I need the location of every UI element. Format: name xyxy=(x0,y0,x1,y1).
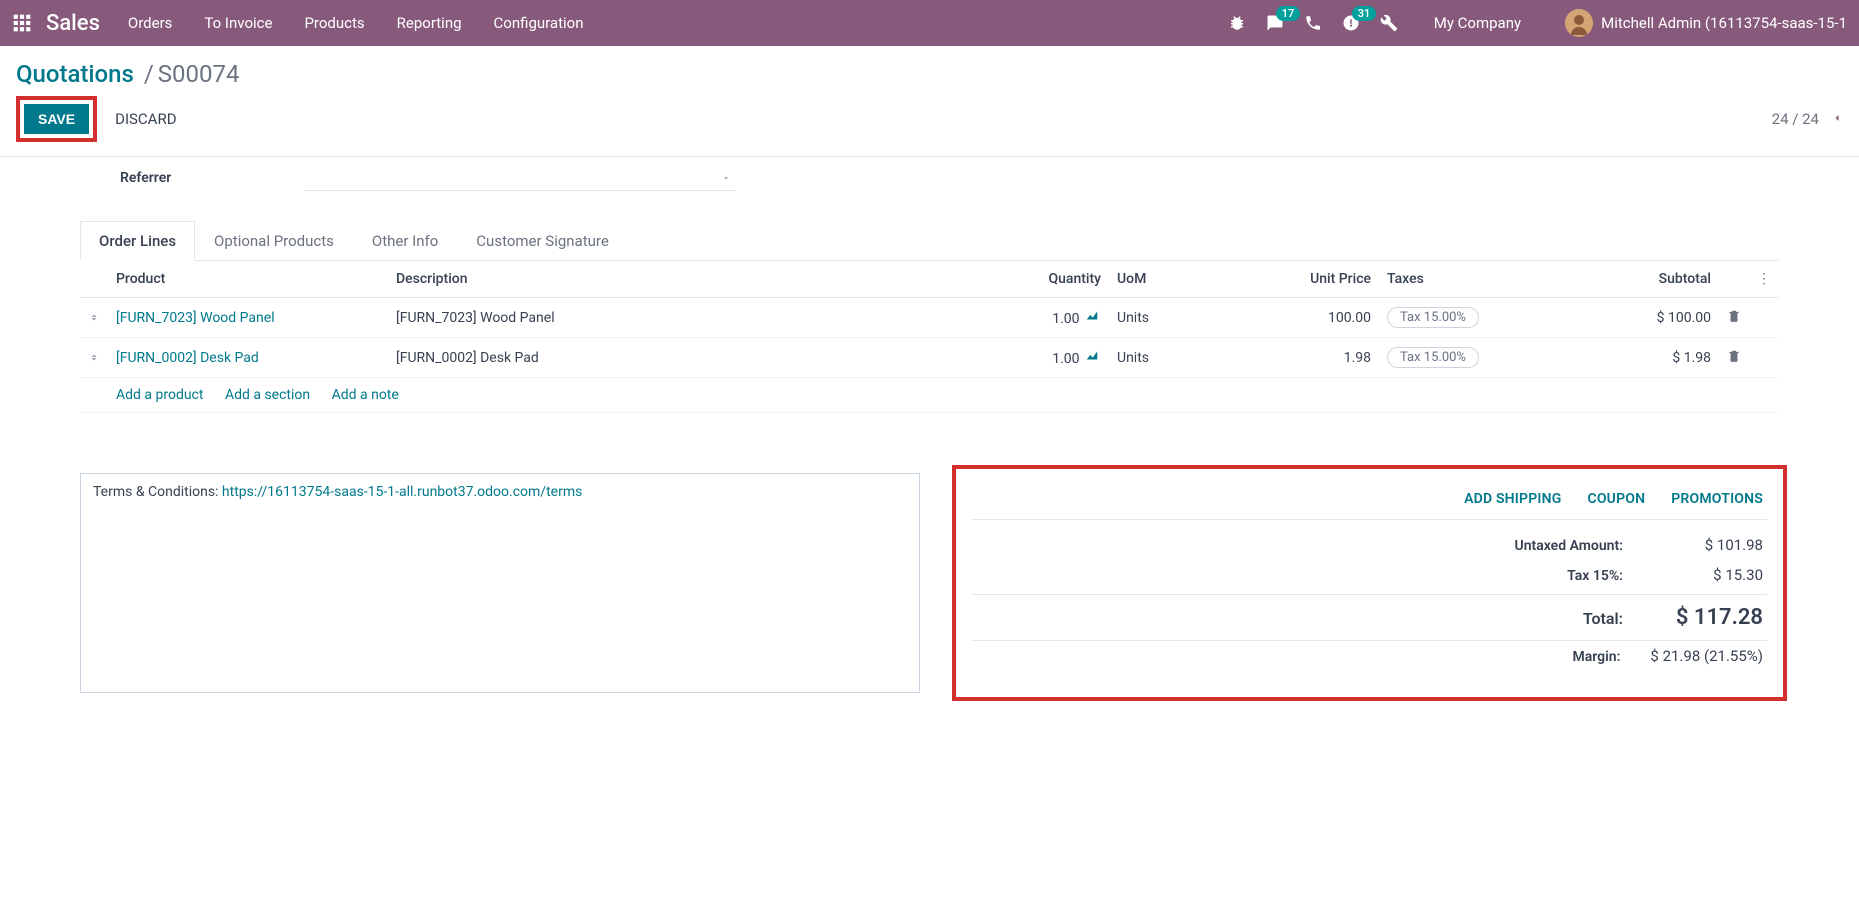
order-lines-table: Product Description Quantity UoM Unit Pr… xyxy=(80,261,1779,413)
activity-badge: 31 xyxy=(1352,6,1377,21)
referrer-field-row: Referrer xyxy=(80,157,1779,211)
total-label: Total: xyxy=(1583,609,1623,628)
tab-other-info[interactable]: Other Info xyxy=(353,221,457,260)
pager: 24 / 24 xyxy=(1772,110,1843,128)
terms-textarea[interactable]: Terms & Conditions: https://16113754-saa… xyxy=(80,473,920,693)
tax-label: Tax 15%: xyxy=(1567,568,1623,584)
caret-down-icon xyxy=(721,171,731,187)
terms-prefix: Terms & Conditions: xyxy=(93,484,222,500)
breadcrumb-separator: / xyxy=(144,60,154,88)
th-product: Product xyxy=(108,261,388,298)
cell-description[interactable]: [FURN_0002] Desk Pad xyxy=(388,338,989,378)
discard-button[interactable]: DISCARD xyxy=(115,110,176,128)
tab-order-lines[interactable]: Order Lines xyxy=(80,221,195,261)
bug-icon[interactable] xyxy=(1228,14,1246,32)
pager-text[interactable]: 24 / 24 xyxy=(1772,110,1819,128)
cell-subtotal: $ 100.00 xyxy=(1539,298,1719,338)
referrer-input[interactable] xyxy=(305,165,735,191)
th-subtotal: Subtotal xyxy=(1539,261,1719,298)
terms-link[interactable]: https://16113754-saas-15-1-all.runbot37.… xyxy=(222,484,582,500)
tabs: Order Lines Optional Products Other Info… xyxy=(80,221,1779,261)
th-uom: UoM xyxy=(1109,261,1229,298)
phone-icon[interactable] xyxy=(1304,14,1322,32)
add-row: Add a product Add a section Add a note xyxy=(80,378,1779,413)
pager-prev-icon[interactable] xyxy=(1831,110,1843,128)
nav-reporting[interactable]: Reporting xyxy=(397,14,462,32)
cell-unit-price[interactable]: 100.00 xyxy=(1229,298,1379,338)
trash-icon[interactable] xyxy=(1719,298,1749,338)
table-row[interactable]: [FURN_0002] Desk Pad [FURN_0002] Desk Pa… xyxy=(80,338,1779,378)
untaxed-value: $ 101.98 xyxy=(1653,536,1763,554)
cell-subtotal: $ 1.98 xyxy=(1539,338,1719,378)
coupon-button[interactable]: COUPON xyxy=(1587,491,1645,507)
user-menu[interactable]: Mitchell Admin (16113754-saas-15-1 xyxy=(1565,9,1847,37)
cell-unit-price[interactable]: 1.98 xyxy=(1229,338,1379,378)
cell-uom[interactable]: Units xyxy=(1109,338,1229,378)
top-bar: Sales Orders To Invoice Products Reporti… xyxy=(0,0,1859,46)
action-bar: SAVE DISCARD 24 / 24 xyxy=(0,96,1859,157)
chat-icon[interactable]: 17 xyxy=(1266,14,1284,32)
brand[interactable]: Sales xyxy=(46,11,100,36)
add-shipping-button[interactable]: ADD SHIPPING xyxy=(1464,491,1561,507)
cell-uom[interactable]: Units xyxy=(1109,298,1229,338)
activity-icon[interactable]: 31 xyxy=(1342,14,1360,32)
save-button[interactable]: SAVE xyxy=(24,104,89,134)
tax-pill[interactable]: Tax 15.00% xyxy=(1387,347,1479,368)
chart-icon[interactable] xyxy=(1083,311,1101,327)
th-description: Description xyxy=(388,261,989,298)
nav-configuration[interactable]: Configuration xyxy=(494,14,584,32)
table-row[interactable]: [FURN_7023] Wood Panel [FURN_7023] Wood … xyxy=(80,298,1779,338)
product-link[interactable]: [FURN_7023] Wood Panel xyxy=(116,310,275,326)
product-link[interactable]: [FURN_0002] Desk Pad xyxy=(116,350,259,366)
tax-pill[interactable]: Tax 15.00% xyxy=(1387,307,1479,328)
total-value: $ 117.28 xyxy=(1653,605,1763,630)
company-selector[interactable]: My Company xyxy=(1434,14,1521,32)
nav-to-invoice[interactable]: To Invoice xyxy=(204,14,272,32)
avatar xyxy=(1565,9,1593,37)
untaxed-label: Untaxed Amount: xyxy=(1515,538,1624,554)
nav-orders[interactable]: Orders xyxy=(128,14,173,32)
th-quantity: Quantity xyxy=(989,261,1109,298)
drag-handle-icon[interactable] xyxy=(80,338,108,378)
referrer-label: Referrer xyxy=(120,170,305,186)
chat-badge: 17 xyxy=(1276,6,1301,21)
th-unit-price: Unit Price xyxy=(1229,261,1379,298)
tools-icon[interactable] xyxy=(1380,14,1398,32)
margin-label: Margin: xyxy=(1573,649,1621,665)
apps-icon[interactable] xyxy=(12,13,32,33)
margin-value: $ 21.98 (21.55%) xyxy=(1650,647,1763,665)
user-name: Mitchell Admin (16113754-saas-15-1 xyxy=(1601,14,1847,32)
tab-optional-products[interactable]: Optional Products xyxy=(195,221,353,260)
nav-products[interactable]: Products xyxy=(304,14,364,32)
breadcrumb-root[interactable]: Quotations xyxy=(16,60,134,88)
add-note-link[interactable]: Add a note xyxy=(332,387,399,403)
breadcrumb-leaf: S00074 xyxy=(158,60,240,88)
breadcrumb: Quotations / S00074 xyxy=(0,46,1859,96)
system-tray: 17 31 My Company Mitchell Admin (1611375… xyxy=(1228,9,1847,37)
cell-quantity[interactable]: 1.00 xyxy=(1052,311,1079,327)
tab-customer-signature[interactable]: Customer Signature xyxy=(457,221,628,260)
th-taxes: Taxes xyxy=(1379,261,1539,298)
promotions-button[interactable]: PROMOTIONS xyxy=(1671,491,1763,507)
chart-icon[interactable] xyxy=(1083,351,1101,367)
cell-quantity[interactable]: 1.00 xyxy=(1052,351,1079,367)
kebab-icon[interactable]: ⋮ xyxy=(1749,261,1779,298)
tax-value: $ 15.30 xyxy=(1653,566,1763,584)
trash-icon[interactable] xyxy=(1719,338,1749,378)
totals-panel: ADD SHIPPING COUPON PROMOTIONS Untaxed A… xyxy=(960,473,1779,693)
add-section-link[interactable]: Add a section xyxy=(225,387,310,403)
add-product-link[interactable]: Add a product xyxy=(116,387,203,403)
top-nav: Orders To Invoice Products Reporting Con… xyxy=(128,14,584,32)
cell-description[interactable]: [FURN_7023] Wood Panel xyxy=(388,298,989,338)
drag-handle-icon[interactable] xyxy=(80,298,108,338)
